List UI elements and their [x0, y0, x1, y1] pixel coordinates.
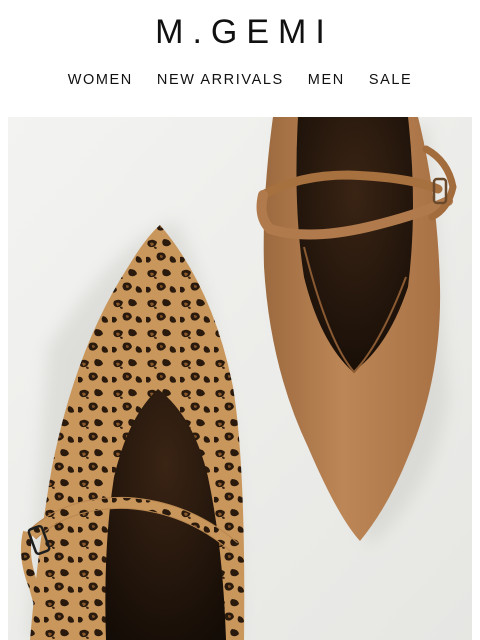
main-nav: WOMEN NEW ARRIVALS MEN SALE	[0, 70, 480, 90]
nav-item-new-arrivals[interactable]: NEW ARRIVALS	[157, 70, 284, 90]
hero-shoes-illustration	[8, 117, 472, 640]
nav-item-women[interactable]: WOMEN	[68, 70, 133, 90]
site-header: M.GEMI WOMEN NEW ARRIVALS MEN SALE	[0, 0, 480, 117]
nav-item-sale[interactable]: SALE	[369, 70, 412, 90]
hero-image[interactable]	[8, 117, 472, 640]
nav-item-men[interactable]: MEN	[308, 70, 345, 90]
brand-logo[interactable]: M.GEMI	[0, 12, 480, 52]
